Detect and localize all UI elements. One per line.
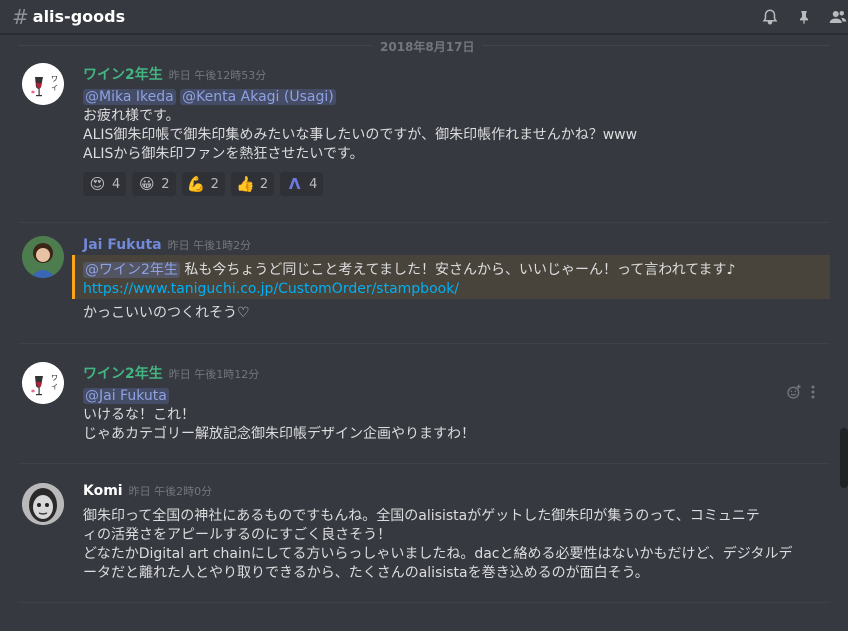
add-reaction-icon[interactable] <box>786 384 802 404</box>
message-text: ALIS御朱印帳で御朱印集めみたいな事したいのですが、御朱印帳作れませんかね？w… <box>83 127 638 143</box>
reaction-count: 4 <box>112 176 121 192</box>
message-text: ィの活発さをアピールするのにすごく良さそう！ <box>83 527 392 543</box>
message-text: お疲れ様です。 <box>83 108 180 124</box>
message-text: ータだと離れた人とやり取りできるから、たくさんのalisistaを巻き込めるのが… <box>83 565 649 581</box>
author-name[interactable]: Jai Fukuta <box>83 237 162 253</box>
heart-eyes-emoji-icon: 😍 <box>89 175 106 193</box>
alis-logo-icon: Λ <box>288 175 301 193</box>
channel-hash-icon: # <box>12 4 29 29</box>
reaction-muscle[interactable]: 💪 2 <box>181 172 225 196</box>
avatar[interactable]: ワ イ <box>22 362 64 404</box>
author-name[interactable]: ワイン2年生 <box>83 363 163 383</box>
members-icon[interactable] <box>828 7 848 27</box>
mention-line: @Mika Ikeda @Kenta Akagi (Usagi) <box>83 88 826 107</box>
message-separator <box>18 602 830 603</box>
header-icons <box>760 0 848 34</box>
channel-header: # alis-goods <box>0 0 848 34</box>
message-text: 私も今ちょうど同じこと考えてました！安さんから、いいじゃーん！って言われてます♪ <box>179 262 736 278</box>
reactions: 😍 4 😀 2 💪 2 👍 2 Λ 4 <box>83 172 826 196</box>
message: Jai Fukuta 昨日 午後1時2分 @ワイン2年生 私も今ちょうど同じこと… <box>0 234 836 334</box>
message-separator <box>18 222 830 223</box>
mention[interactable]: @Mika Ikeda <box>83 89 176 105</box>
muscle-emoji-icon: 💪 <box>186 175 206 193</box>
author-name[interactable]: Komi <box>83 483 123 499</box>
message-text: じゃあカテゴリー解放記念御朱印帳デザイン企画やりますわ！ <box>83 426 475 442</box>
svg-text:イ: イ <box>51 84 58 92</box>
grin-emoji-icon: 😀 <box>138 175 155 193</box>
avatar[interactable] <box>22 236 64 278</box>
message: ワ イ ワイン2年生 昨日 午後1時12分 @Jai Fukuta いけるな！こ… <box>0 360 836 450</box>
reaction-count: 2 <box>259 176 269 192</box>
message: ワ イ ワイン2年生 昨日 午後12時53分 @Mika Ikeda @Kent… <box>0 60 836 210</box>
timestamp: 昨日 午後12時53分 <box>168 69 267 82</box>
reaction-count: 2 <box>161 176 170 192</box>
mention[interactable]: @ワイン2年生 <box>83 262 180 278</box>
avatar[interactable] <box>22 483 64 525</box>
message-text: かっこいいのつくれそう♡ <box>83 305 250 321</box>
mention[interactable]: @Jai Fukuta <box>83 388 169 404</box>
message: Komi 昨日 午後2時0分 御朱印って全国の神社にあるものですもんね。全国のa… <box>0 480 836 590</box>
channel-name: alis-goods <box>32 7 126 26</box>
mention[interactable]: @Kenta Akagi (Usagi) <box>180 89 336 105</box>
message-link[interactable]: https://www.taniguchi.co.jp/CustomOrder/… <box>83 281 459 297</box>
message-text: どなたかDigital art chainにしてる方いらっしゃいましたね。dac… <box>83 546 793 562</box>
message-separator <box>18 343 830 344</box>
reaction-grin[interactable]: 😀 2 <box>132 172 176 196</box>
date-divider: 2018年8月17日 <box>372 38 483 55</box>
highlighted-text-line: @ワイン2年生 私も今ちょうど同じこと考えてました！安さんから、いいじゃーん！っ… <box>83 261 826 280</box>
link-line: https://www.taniguchi.co.jp/CustomOrder/… <box>83 280 826 299</box>
avatar[interactable]: ワ イ <box>22 63 64 105</box>
author-name[interactable]: ワイン2年生 <box>83 64 163 84</box>
bell-icon[interactable] <box>760 7 780 27</box>
scrollbar-thumb[interactable] <box>840 428 848 488</box>
more-options-icon[interactable] <box>810 384 816 404</box>
svg-text:イ: イ <box>51 383 58 391</box>
pin-icon[interactable] <box>794 7 814 27</box>
mention-line: @Jai Fukuta <box>83 387 826 406</box>
reaction-heart-eyes[interactable]: 😍 4 <box>83 172 127 196</box>
message-hover-actions <box>786 384 816 404</box>
message-text: ALISから御朱印ファンを熱狂させたいです。 <box>83 146 364 162</box>
timestamp: 昨日 午後1時2分 <box>167 239 252 252</box>
reaction-count: 2 <box>210 176 219 192</box>
reaction-thumbsup[interactable]: 👍 2 <box>230 172 275 196</box>
svg-text:ワ: ワ <box>51 374 58 382</box>
timestamp: 昨日 午後2時0分 <box>128 485 213 498</box>
reaction-alis[interactable]: Λ 4 <box>280 172 324 196</box>
reaction-count: 4 <box>309 176 318 192</box>
thumbs-up-emoji-icon: 👍 <box>236 175 255 193</box>
timestamp: 昨日 午後1時12分 <box>168 368 260 381</box>
message-text: いけるな！これ！ <box>83 407 195 423</box>
message-text: 御朱印って全国の神社にあるものですもんね。全国のalisistaがゲットした御朱… <box>83 508 760 524</box>
svg-text:ワ: ワ <box>51 75 58 83</box>
message-separator <box>18 463 830 464</box>
